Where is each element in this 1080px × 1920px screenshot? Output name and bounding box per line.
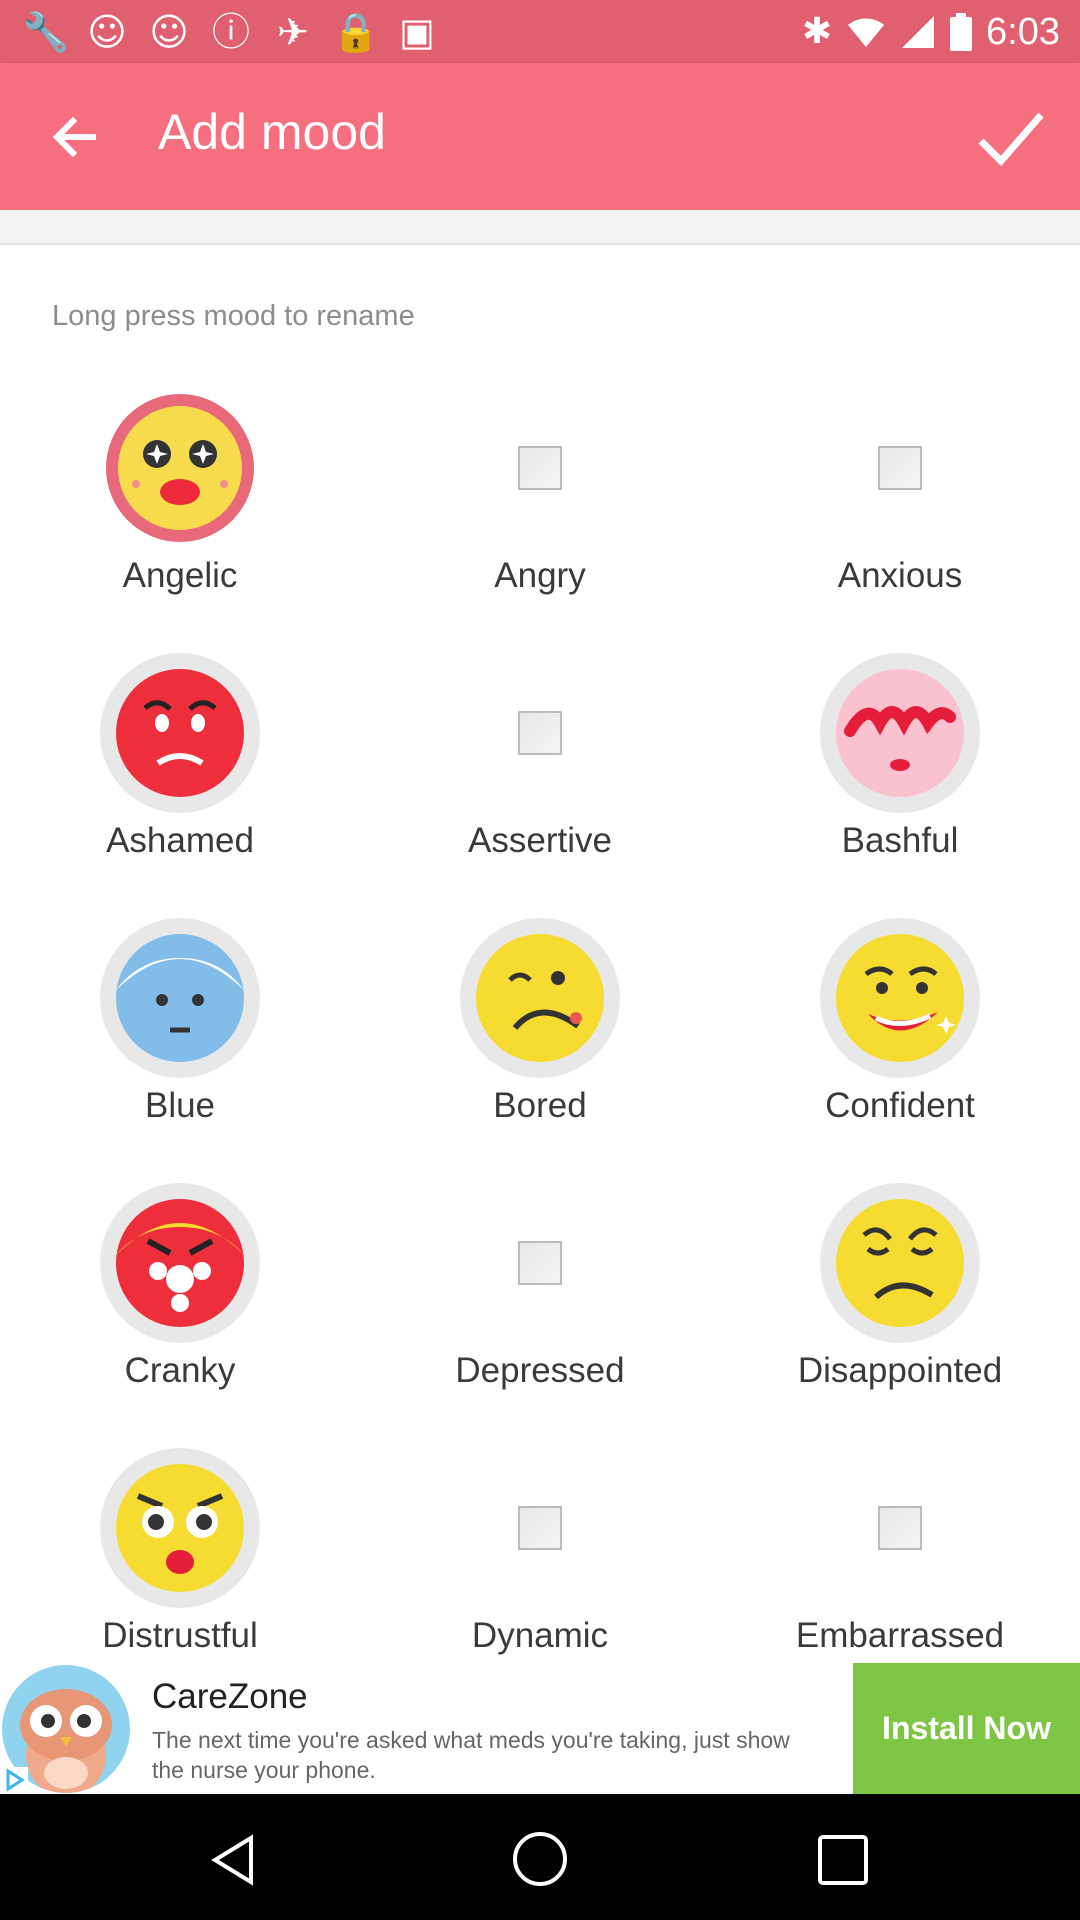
mood-item[interactable]: Bashful bbox=[720, 653, 1080, 918]
bored-face-icon bbox=[460, 918, 620, 1078]
ad-title: CareZone bbox=[152, 1677, 308, 1716]
disappointed-face-icon bbox=[820, 1183, 980, 1343]
mood-label: Cranky bbox=[124, 1351, 236, 1390]
mood-item[interactable]: Blue bbox=[0, 918, 360, 1183]
system-icons: ✱ 6:03 bbox=[802, 8, 1060, 56]
status-bar: 🔧 ☺ ☺ ⓘ ✈ 🔒 ▣ ✱ 6:03 bbox=[0, 0, 1080, 63]
angelic-face-icon bbox=[100, 388, 260, 548]
mood-label: Ashamed bbox=[106, 821, 254, 860]
mood-item[interactable]: Bored bbox=[360, 918, 720, 1183]
clock: 6:03 bbox=[986, 11, 1060, 53]
image-placeholder-icon bbox=[460, 653, 620, 813]
mood-item[interactable]: Angelic bbox=[0, 388, 360, 653]
install-now-button[interactable]: Install Now bbox=[853, 1663, 1080, 1794]
smiley-icon: ☺ bbox=[149, 10, 189, 54]
content-area: Long press mood to rename Angelic Angry An… bbox=[0, 210, 1080, 1663]
ashamed-face-icon bbox=[100, 653, 260, 813]
notification-icons: 🔧 ☺ ☺ ⓘ ✈ 🔒 ▣ bbox=[22, 8, 440, 56]
image-placeholder-icon bbox=[820, 388, 980, 548]
mood-label: Embarrassed bbox=[795, 1616, 1005, 1655]
image-placeholder-icon bbox=[820, 1448, 980, 1608]
mood-label: Assertive bbox=[468, 821, 612, 860]
ad-choices-icon[interactable] bbox=[2, 1767, 28, 1793]
ad-description: The next time you're asked what meds you… bbox=[152, 1727, 790, 1783]
mood-label: Bashful bbox=[841, 821, 959, 860]
mood-label: Angelic bbox=[122, 556, 238, 595]
cranky-face-icon bbox=[100, 1183, 260, 1343]
wrench-icon: 🔧 bbox=[22, 10, 70, 54]
mood-item[interactable]: Depressed bbox=[360, 1183, 720, 1448]
back-arrow-icon[interactable] bbox=[35, 97, 115, 177]
mood-label: Anxious bbox=[837, 556, 963, 595]
confident-face-icon bbox=[820, 918, 980, 1078]
mood-label: Depressed bbox=[455, 1351, 625, 1390]
toolbar: Add mood bbox=[0, 63, 1080, 210]
mood-label: Bored bbox=[493, 1086, 587, 1125]
back-nav-icon[interactable] bbox=[205, 1832, 261, 1888]
mood-item[interactable]: Anxious bbox=[720, 388, 1080, 653]
android-icon: ▣ bbox=[399, 10, 435, 54]
blue-face-icon bbox=[100, 918, 260, 1078]
home-nav-icon[interactable] bbox=[511, 1830, 569, 1888]
mood-label: Disappointed bbox=[797, 1351, 1003, 1390]
bluetooth-icon: ✱ bbox=[801, 11, 833, 52]
mood-item[interactable]: Confident bbox=[720, 918, 1080, 1183]
image-placeholder-icon bbox=[460, 388, 620, 548]
satellite-icon: ✈ bbox=[277, 10, 309, 54]
ad-banner[interactable]: CareZone The next time you're asked what… bbox=[0, 1663, 1080, 1794]
smiley-icon: ☺ bbox=[87, 10, 127, 54]
mood-item[interactable]: Cranky bbox=[0, 1183, 360, 1448]
exclamation-icon: ⓘ bbox=[211, 10, 250, 54]
signal-icon bbox=[902, 16, 935, 48]
image-placeholder-icon bbox=[460, 1183, 620, 1343]
mood-label: Confident bbox=[825, 1086, 975, 1125]
bashful-face-icon bbox=[820, 653, 980, 813]
lock-icon: 🔒 bbox=[332, 10, 380, 54]
page-title: Add mood bbox=[158, 104, 386, 160]
rename-hint: Long press mood to rename bbox=[52, 300, 415, 332]
mood-label: Dynamic bbox=[471, 1616, 609, 1655]
mood-item[interactable]: Ashamed bbox=[0, 653, 360, 918]
distrustful-face-icon bbox=[100, 1448, 260, 1608]
wifi-icon bbox=[848, 18, 885, 47]
mood-label: Angry bbox=[494, 556, 586, 595]
mood-label: Distrustful bbox=[102, 1616, 258, 1655]
recents-nav-icon[interactable] bbox=[817, 1834, 869, 1886]
battery-icon bbox=[950, 13, 973, 51]
mood-item[interactable]: Assertive bbox=[360, 653, 720, 918]
mood-label: Blue bbox=[144, 1086, 216, 1125]
confirm-check-icon[interactable] bbox=[965, 93, 1055, 183]
mood-card: Long press mood to rename Angelic Angry An… bbox=[0, 245, 1080, 1663]
mood-item[interactable]: Angry bbox=[360, 388, 720, 653]
mood-item[interactable]: Disappointed bbox=[720, 1183, 1080, 1448]
navigation-bar bbox=[0, 1794, 1080, 1920]
image-placeholder-icon bbox=[460, 1448, 620, 1608]
